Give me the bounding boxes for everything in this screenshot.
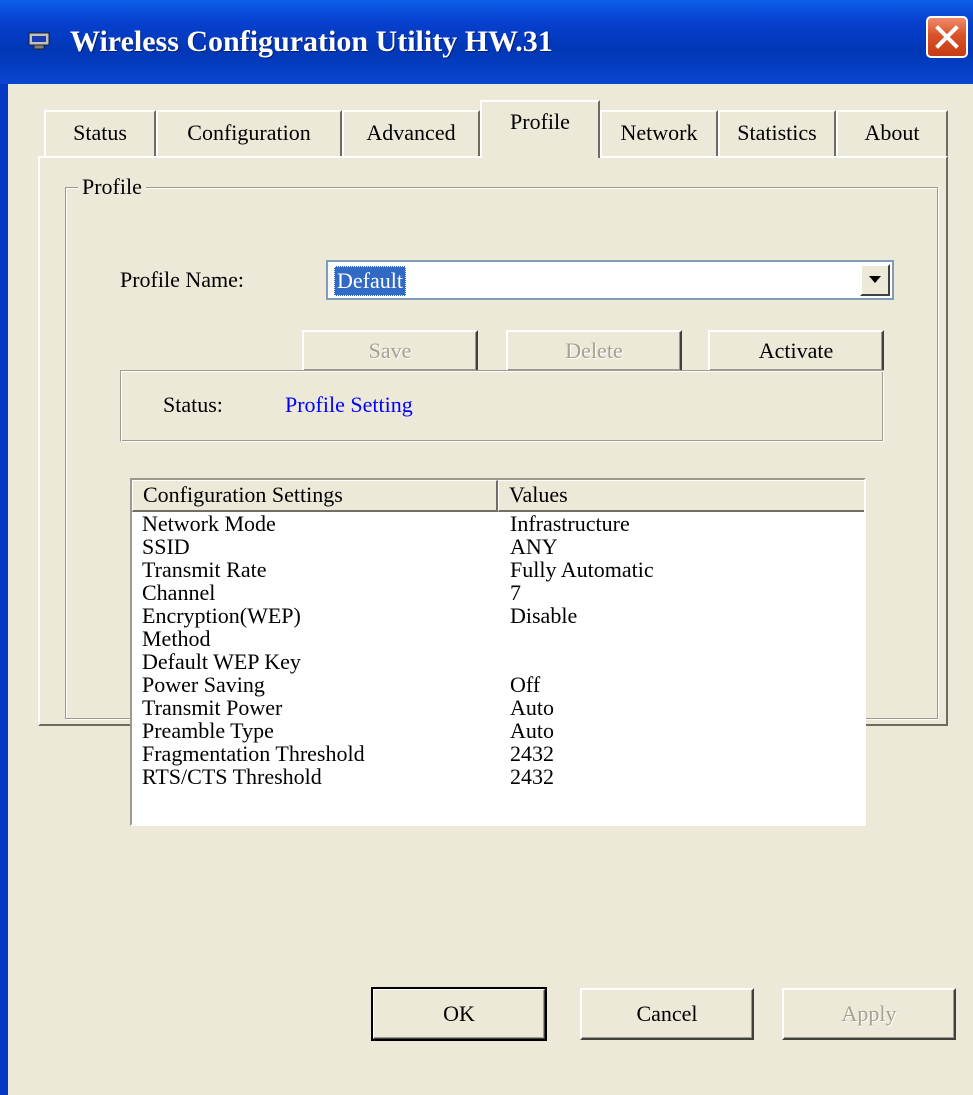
setting-name-cell: SSID: [142, 534, 190, 559]
table-row[interactable]: Method: [132, 627, 864, 650]
profile-tab-panel: Profile Profile Name: Default Save Delet…: [38, 156, 948, 826]
status-frame: Status: Profile Setting: [120, 370, 884, 442]
setting-value-cell: Auto: [510, 718, 554, 743]
setting-value-cell: Off: [510, 672, 541, 697]
window-title: Wireless Configuration Utility HW.31: [70, 25, 553, 58]
tab-label: Advanced: [366, 120, 456, 145]
window-frame: [0, 84, 8, 1095]
table-row[interactable]: RTS/CTS Threshold 2432: [132, 765, 864, 788]
setting-name-cell: Default WEP Key: [142, 649, 301, 674]
tab-status[interactable]: Status: [44, 110, 156, 156]
setting-value-cell: Infrastructure: [510, 511, 630, 536]
activate-button[interactable]: Activate: [708, 330, 884, 372]
setting-name-cell: Network Mode: [142, 511, 276, 536]
table-row[interactable]: SSID ANY: [132, 535, 864, 558]
tab-label: Status: [73, 120, 127, 145]
profile-groupbox: Profile Profile Name: Default Save Delet…: [65, 172, 938, 826]
profile-name-label: Profile Name:: [120, 267, 245, 292]
settings-list[interactable]: Configuration Settings Values Network Mo…: [130, 478, 866, 826]
setting-name-cell: Method: [142, 626, 211, 651]
column-header-settings[interactable]: Configuration Settings: [132, 480, 498, 512]
table-row[interactable]: Transmit Rate Fully Automatic: [132, 558, 864, 581]
dropdown-button[interactable]: [860, 264, 890, 296]
profile-name-combobox[interactable]: Default: [326, 260, 894, 300]
tab-label: Network: [620, 120, 698, 145]
tab-advanced[interactable]: Advanced: [342, 110, 480, 156]
setting-name-cell: Encryption(WEP): [142, 603, 301, 628]
table-row[interactable]: Encryption(WEP) Disable: [132, 604, 864, 627]
setting-value-cell: ANY: [510, 534, 558, 559]
close-button[interactable]: [926, 16, 968, 58]
column-header-values[interactable]: Values: [498, 480, 864, 512]
ok-button[interactable]: OK: [371, 987, 547, 1041]
group-title: Profile: [78, 172, 146, 202]
setting-name-cell: RTS/CTS Threshold: [142, 764, 322, 789]
title-bar[interactable]: Wireless Configuration Utility HW.31: [0, 0, 973, 84]
setting-name-cell: Transmit Power: [142, 695, 283, 720]
tab-label: Profile: [510, 109, 570, 134]
setting-value-cell: Disable: [510, 603, 578, 628]
tab-label: Statistics: [737, 120, 817, 145]
table-row[interactable]: Power Saving Off: [132, 673, 864, 696]
tab-statistics[interactable]: Statistics: [718, 110, 836, 156]
tab-about[interactable]: About: [836, 110, 948, 156]
apply-button[interactable]: Apply: [782, 988, 956, 1040]
setting-name-cell: Preamble Type: [142, 718, 274, 743]
table-row[interactable]: Fragmentation Threshold 2432: [132, 742, 864, 765]
delete-button[interactable]: Delete: [506, 330, 682, 372]
setting-value-cell: 2432: [510, 741, 554, 766]
table-row[interactable]: Channel 7: [132, 581, 864, 604]
setting-name-cell: Fragmentation Threshold: [142, 741, 365, 766]
close-icon: [935, 25, 959, 49]
tab-label: Configuration: [187, 120, 311, 145]
tab-profile[interactable]: Profile: [480, 100, 600, 158]
setting-value-cell: Fully Automatic: [510, 557, 654, 582]
save-button[interactable]: Save: [302, 330, 478, 372]
cancel-button[interactable]: Cancel: [580, 988, 754, 1040]
setting-name-cell: Power Saving: [142, 672, 265, 697]
tab-network[interactable]: Network: [600, 110, 718, 156]
setting-value-cell: 7: [510, 580, 521, 605]
setting-name-cell: Transmit Rate: [142, 557, 267, 582]
status-value: Profile Setting: [285, 392, 413, 417]
setting-name-cell: Channel: [142, 580, 216, 605]
table-row[interactable]: Network Mode Infrastructure: [132, 512, 864, 535]
setting-value-cell: 2432: [510, 764, 554, 789]
table-row[interactable]: Transmit Power Auto: [132, 696, 864, 719]
table-row[interactable]: Preamble Type Auto: [132, 719, 864, 742]
profile-name-value: Default: [334, 266, 406, 296]
status-label: Status:: [163, 392, 223, 417]
network-adapter-icon: [28, 32, 50, 50]
table-row[interactable]: Default WEP Key: [132, 650, 864, 673]
chevron-down-icon: [869, 276, 881, 283]
tab-label: About: [864, 120, 920, 145]
setting-value-cell: Auto: [510, 695, 554, 720]
tab-configuration[interactable]: Configuration: [156, 110, 342, 156]
